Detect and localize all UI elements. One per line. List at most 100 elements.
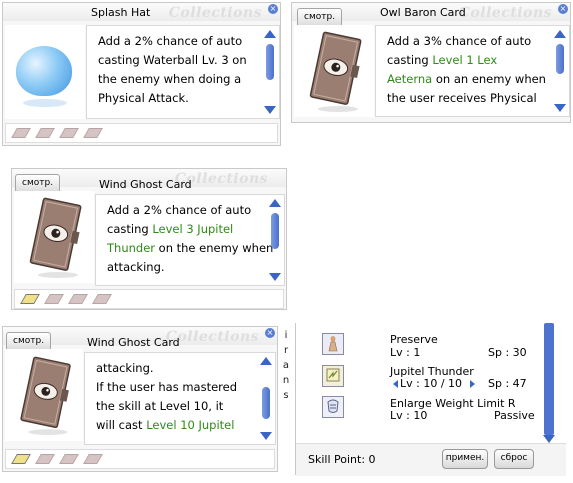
desc-line: the skill at Level 10, it (96, 399, 224, 413)
skill-points: Skill Point: 0 (308, 453, 376, 466)
skill-sp: Passive (494, 409, 535, 422)
scroll-down-icon[interactable] (543, 435, 555, 443)
item-window-wind-ghost-card: Collections смотр. Wind Ghost Card Add a… (11, 168, 287, 310)
skill-list-scrollbar[interactable] (543, 323, 555, 443)
card-slots (14, 289, 284, 309)
scroll-down-icon[interactable] (264, 106, 276, 114)
card-slot-2[interactable] (35, 128, 55, 138)
scroll-thumb[interactable] (262, 387, 270, 419)
desc-line: will cast Level 10 Jupitel (96, 416, 275, 435)
skill-name[interactable]: Preserve (390, 333, 438, 346)
item-image (294, 25, 374, 117)
close-icon[interactable]: × (265, 328, 275, 338)
scroll-thumb[interactable] (271, 213, 279, 249)
desc-line: attacking. (107, 260, 165, 274)
scroll-down-icon[interactable] (260, 432, 272, 440)
watermark-collections: Collections (165, 329, 259, 345)
item-description: Add a 2% chance of auto casting Level 3 … (95, 194, 285, 286)
scroll-down-icon[interactable] (269, 273, 281, 281)
skill-window: Preserve Lv : 1 Sp : 30 Jupitel Thunder … (295, 323, 566, 476)
item-description: Add a 2% chance of auto casting Waterbal… (86, 25, 280, 119)
scroll-thumb[interactable] (556, 44, 564, 74)
side-char: a (282, 360, 290, 371)
vertical-scrollbar[interactable] (269, 199, 281, 281)
desc-text: casting (107, 222, 153, 236)
desc-highlight: Level 3 Jupitel (152, 222, 234, 236)
scroll-up-icon[interactable] (554, 30, 566, 38)
window-title: Splash Hat (91, 6, 151, 19)
scroll-up-icon[interactable] (264, 30, 276, 38)
preserve-icon[interactable] (322, 333, 344, 355)
watermark-collections: Collections (168, 5, 262, 21)
reset-button[interactable]: сброс (494, 449, 534, 469)
desc-line: Thunder on the enemy when (107, 239, 284, 258)
level-decrease-icon[interactable] (393, 380, 398, 388)
item-image (14, 191, 94, 283)
scroll-up-icon[interactable] (260, 357, 272, 365)
side-char: s (283, 390, 289, 401)
desc-text: on an enemy when (432, 72, 546, 86)
enlarge-weight-icon[interactable] (322, 396, 344, 418)
scroll-down-icon[interactable] (554, 104, 566, 112)
window-title: Wind Ghost Card (87, 336, 180, 349)
apply-button[interactable]: примен. (442, 449, 488, 469)
desc-line: attacking. (96, 361, 154, 375)
item-window-splash-hat: Collections Splash Hat × Add a 2% chance… (2, 2, 281, 146)
card-slot-4[interactable] (92, 294, 112, 304)
card-eye-icon (309, 31, 362, 112)
skill-level: Lv : 10 / 10 (400, 377, 463, 390)
card-slot-1[interactable] (11, 454, 31, 464)
desc-line: casting Waterball Lv. 3 on (98, 53, 247, 67)
item-window-owl-baron-card: Collections смотр. Owl Baron Card × Add … (291, 2, 571, 123)
card-slot-3[interactable] (59, 128, 79, 138)
desc-line: casting Level 1 Lex (387, 51, 569, 70)
skill-window-footer: Skill Point: 0 примен. сброс (296, 443, 566, 476)
desc-line: the enemy when doing a (98, 72, 242, 86)
level-increase-icon[interactable] (470, 380, 475, 388)
desc-line: the user receives Physical (387, 91, 537, 105)
vertical-scrollbar[interactable] (554, 30, 566, 112)
skill-level: Lv : 1 (390, 346, 421, 359)
vertical-scrollbar[interactable] (264, 30, 276, 114)
card-eye-icon (20, 356, 71, 435)
card-slot-2[interactable] (35, 454, 55, 464)
card-slot-2[interactable] (44, 294, 64, 304)
watermark-collections: Collections (458, 5, 552, 21)
desc-line: Aeterna on an enemy when (387, 70, 569, 89)
partial-side-text: i r a n s (281, 328, 291, 403)
jupitel-thunder-icon[interactable] (322, 365, 344, 387)
side-char: r (283, 345, 289, 356)
item-window-wind-ghost-card-scrolled: Collections смотр. Wind Ghost Card × att… (2, 326, 278, 472)
card-eye-icon (29, 197, 82, 278)
card-slot-4[interactable] (83, 128, 103, 138)
desc-highlight: Level 1 Lex (432, 53, 498, 67)
item-image (5, 349, 83, 441)
desc-line: Add a 2% chance of auto (98, 34, 243, 48)
close-icon[interactable]: × (558, 4, 568, 14)
card-slot-3[interactable] (59, 454, 79, 464)
card-slots (5, 449, 275, 469)
skill-sp: Sp : 30 (488, 346, 527, 359)
scroll-thumb[interactable] (266, 44, 274, 80)
side-char: n (282, 375, 290, 386)
card-slot-4[interactable] (83, 454, 103, 464)
vertical-scrollbar[interactable] (260, 357, 272, 440)
window-title: Wind Ghost Card (99, 178, 192, 191)
item-description: Add a 3% chance of auto casting Level 1 … (375, 25, 570, 117)
item-description: attacking. If the user has mastered the … (84, 352, 276, 445)
desc-text: will cast (96, 418, 147, 432)
card-slot-1[interactable] (20, 294, 40, 304)
splash-hat-icon (16, 46, 72, 96)
window-title: Owl Baron Card (380, 6, 466, 19)
desc-text: on the enemy when (155, 241, 274, 255)
skill-sp: Sp : 47 (488, 377, 527, 390)
skill-level: Lv : 10 (390, 409, 428, 422)
desc-text: casting (387, 53, 433, 67)
desc-line: Add a 2% chance of auto (107, 203, 252, 217)
desc-line: Add a 3% chance of auto (387, 34, 532, 48)
close-icon[interactable]: × (268, 4, 278, 14)
card-slot-1[interactable] (11, 128, 31, 138)
item-image (5, 25, 85, 119)
scroll-up-icon[interactable] (269, 199, 281, 207)
card-slot-3[interactable] (68, 294, 88, 304)
